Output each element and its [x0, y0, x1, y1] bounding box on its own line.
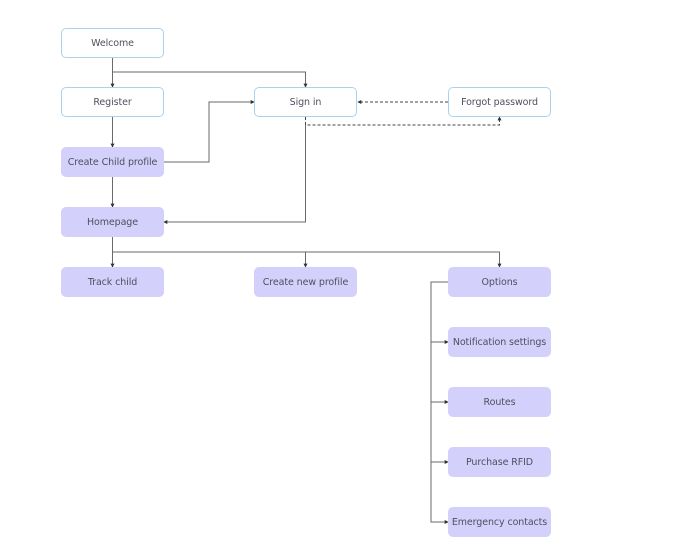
node-create-child-profile[interactable]: Create Child profile — [61, 147, 164, 177]
edge-options-to-emergency-contacts — [430, 462, 449, 524]
node-options[interactable]: Options — [448, 267, 551, 297]
edge-options-to-notification-settings — [430, 281, 449, 344]
node-register[interactable]: Register — [61, 87, 164, 117]
node-track-child[interactable]: Track child — [61, 267, 164, 297]
node-routes[interactable]: Routes — [448, 387, 551, 417]
node-purchase-rfid[interactable]: Purchase RFID — [448, 447, 551, 477]
edge-sign-in-to-forgot-password — [305, 116, 502, 126]
edge-welcome-to-sign-in — [112, 71, 308, 88]
edge-options-to-purchase-rfid — [430, 402, 449, 464]
node-welcome[interactable]: Welcome — [61, 28, 164, 58]
edge-sign-in-to-homepage — [163, 125, 306, 224]
edge-options-to-routes — [430, 342, 449, 404]
node-create-new-profile[interactable]: Create new profile — [254, 267, 357, 297]
node-notification-settings[interactable]: Notification settings — [448, 327, 551, 357]
edge-homepage-to-options — [305, 251, 502, 268]
node-emergency-contacts[interactable]: Emergency contacts — [448, 507, 551, 537]
edge-homepage-to-create-new-profile — [112, 251, 308, 268]
edge-create-child-profile-to-sign-in — [164, 100, 255, 163]
diagram-canvas: Welcome Register Sign in Forgot password… — [0, 0, 696, 556]
node-forgot-password[interactable]: Forgot password — [448, 87, 551, 117]
node-sign-in[interactable]: Sign in — [254, 87, 357, 117]
node-homepage[interactable]: Homepage — [61, 207, 164, 237]
